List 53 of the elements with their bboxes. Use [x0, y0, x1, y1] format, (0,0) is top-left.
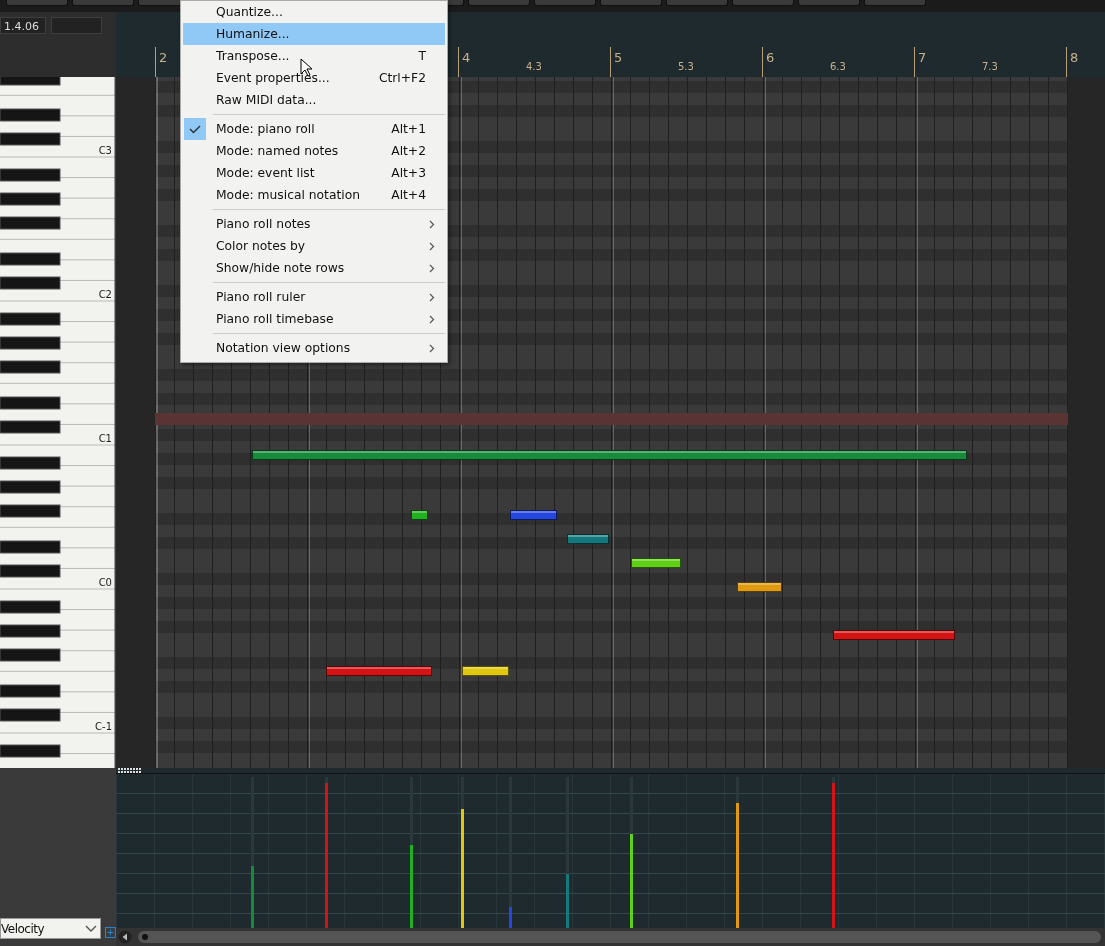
octave-label: C2	[98, 289, 112, 300]
midi-note[interactable]	[833, 630, 955, 640]
midi-note[interactable]	[252, 450, 967, 460]
velocity-bar[interactable]	[410, 844, 413, 928]
midi-note[interactable]	[631, 558, 681, 568]
menu-item[interactable]: Mode: piano roll Alt+1	[183, 118, 445, 140]
ruler-label: 8	[1070, 50, 1079, 65]
midi-note[interactable]	[737, 582, 782, 592]
menu-item[interactable]: Show/hide note rows	[183, 257, 445, 279]
menu-item[interactable]: Transpose... T	[183, 45, 445, 67]
velocity-bar[interactable]	[566, 873, 569, 928]
empty-field[interactable]	[51, 17, 102, 34]
ruler-label: 6.3	[830, 61, 846, 72]
velocity-bar[interactable]	[461, 808, 464, 928]
ruler-label: 4.3	[526, 61, 542, 72]
velocity-bar[interactable]	[630, 834, 633, 928]
ruler-label: 7.3	[982, 61, 998, 72]
horizontal-scrollbar[interactable]	[116, 928, 1105, 946]
chevron-down-icon	[85, 924, 98, 933]
menu-item[interactable]: Piano roll notes	[183, 213, 445, 235]
scroll-left-icon[interactable]	[118, 930, 132, 944]
midi-note[interactable]	[326, 666, 432, 676]
octave-label: C3	[98, 145, 112, 156]
menu-item[interactable]: Raw MIDI data...	[183, 89, 445, 111]
velocity-bar[interactable]	[509, 906, 512, 928]
menu-item[interactable]: Mode: named notes Alt+2	[183, 140, 445, 162]
drag-handle-icon[interactable]	[118, 768, 142, 773]
ruler-label: 2	[159, 50, 168, 65]
ruler-label: 5	[614, 50, 623, 65]
menu-item[interactable]: Piano roll ruler	[183, 286, 445, 308]
menu-item[interactable]: Color notes by	[183, 235, 445, 257]
lane-dropdown[interactable]: Velocity	[0, 918, 102, 939]
menu-item[interactable]: Mode: musical notation Alt+4	[183, 184, 445, 206]
midi-note[interactable]	[411, 510, 428, 520]
octave-label: C1	[98, 433, 112, 444]
velocity-bar[interactable]	[736, 802, 739, 928]
menu-item[interactable]: Notation view options	[183, 337, 445, 359]
menu-item[interactable]: Humanize...	[183, 23, 445, 45]
menu-item[interactable]: Mode: event list Alt+3	[183, 162, 445, 184]
plus-icon[interactable]	[105, 927, 116, 938]
position-field[interactable]: 1.4.06	[0, 17, 46, 34]
midi-note[interactable]	[462, 666, 509, 676]
ruler-label: 6	[766, 50, 775, 65]
piano-keyboard-drawing[interactable]: C3 C2 C1 C0 C-1	[0, 77, 116, 768]
velocity-bar[interactable]	[251, 866, 254, 928]
ruler-label: 4	[462, 50, 471, 65]
ruler-label: 5.3	[678, 61, 694, 72]
octave-label: C0	[98, 577, 112, 588]
midi-note[interactable]	[510, 510, 557, 520]
octave-label: C-1	[95, 721, 112, 732]
menu-item[interactable]: Piano roll timebase	[183, 308, 445, 330]
midi-note[interactable]	[567, 534, 609, 544]
ruler-label: 7	[918, 50, 927, 65]
